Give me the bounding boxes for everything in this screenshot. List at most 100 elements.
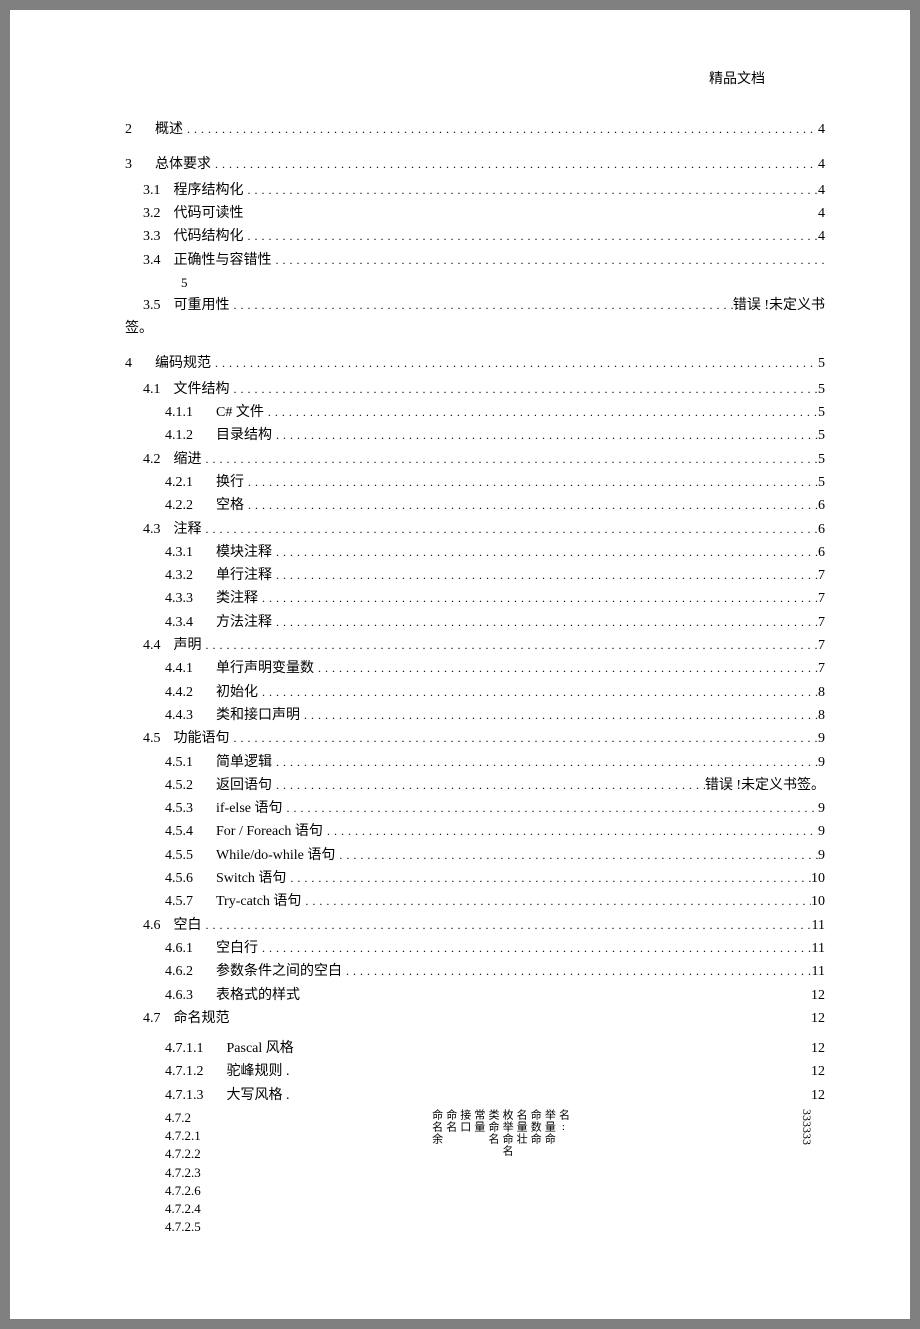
toc-entry: 4.3.1 模块注释..............................… — [165, 543, 825, 563]
toc-entry: 4.1 文件结构................................… — [143, 380, 825, 400]
toc-label: 表格式的样式 — [193, 986, 300, 1006]
toc-page: 6 — [818, 520, 825, 540]
toc-page: 4 — [818, 120, 825, 140]
toc-entry: 4.2.2 空格................................… — [165, 496, 825, 516]
toc-page: 12 — [811, 986, 825, 1006]
vertical-page-numbers: 333333 — [798, 1109, 815, 1145]
toc-entry: 4.5.5 While/do-while 语句.................… — [165, 846, 825, 866]
toc-entry: 4.5.2 返回语句..............................… — [165, 776, 825, 796]
toc-number: 4.4.3 — [165, 706, 193, 726]
toc-label: 概述 — [132, 120, 183, 140]
toc-entry: 4.5.6 Switch 语句.........................… — [165, 869, 825, 889]
toc-entry: 4.1.1 C# 文件.............................… — [165, 403, 825, 423]
toc-number: 4.5.3 — [165, 799, 193, 819]
toc-entry: 3.2 代码可读性4 — [143, 204, 825, 224]
toc-page: 12 — [811, 1086, 825, 1106]
toc-label: 返回语句 — [193, 776, 272, 796]
vertical-num: 4.7.2.4 — [165, 1200, 201, 1218]
vertical-num: 4.7.2.2 — [165, 1145, 201, 1163]
toc-number: 4.3.3 — [165, 589, 193, 609]
toc-number: 4.6.2 — [165, 962, 193, 982]
toc-number: 4.3.2 — [165, 566, 193, 586]
toc-number: 4.2.1 — [165, 473, 193, 493]
toc-leader-dots: ........................................… — [282, 800, 818, 817]
toc-number: 4.6.3 — [165, 986, 193, 1006]
toc-entry: 4.3 注释..................................… — [143, 520, 825, 540]
toc-entry: 4.2.1 换行................................… — [165, 473, 825, 493]
toc-label: 功能语句 — [161, 729, 230, 749]
toc-number: 3.5 — [143, 296, 161, 316]
toc-page: 11 — [812, 962, 825, 982]
toc-leader-dots: ........................................… — [202, 521, 819, 538]
toc-page: 5 — [818, 450, 825, 470]
vertical-column: 命名 — [445, 1109, 457, 1157]
toc-number: 4.7.1.2 — [165, 1062, 204, 1082]
vertical-column: 名量壮 — [515, 1109, 527, 1157]
toc-entry: 4.5.7 Try-catch 语句......................… — [165, 892, 825, 912]
toc-page: 9 — [818, 799, 825, 819]
toc-leader-dots: ........................................… — [314, 660, 818, 677]
toc-page: 8 — [818, 706, 825, 726]
toc-label: 正确性与容错性 — [161, 251, 272, 271]
toc-leader-dots: ........................................… — [272, 614, 818, 631]
vertical-column: 命名余 — [431, 1109, 443, 1157]
toc-page: 9 — [818, 753, 825, 773]
toc-label: 类和接口声明 — [193, 706, 300, 726]
toc-label: 初始化 — [193, 683, 258, 703]
toc-number: 4.6 — [143, 916, 161, 936]
toc-wrap-text: 签。 — [125, 319, 825, 339]
toc-entry: 4.5 功能语句................................… — [143, 729, 825, 749]
toc-page: 错误 !未定义书 — [733, 296, 825, 316]
vertical-column: 常量 — [473, 1109, 485, 1157]
toc-label: Switch 语句 — [193, 869, 286, 889]
toc-entry: 3.1 程序结构化...............................… — [143, 181, 825, 201]
toc-label: 换行 — [193, 473, 244, 493]
toc-number: 4.5.2 — [165, 776, 193, 796]
vertical-column: 名: — [557, 1109, 569, 1157]
toc-number: 4.2.2 — [165, 496, 193, 516]
toc-entry: 4.4.1 单行声明变量数...........................… — [165, 659, 825, 679]
toc-number: 4.4.1 — [165, 659, 193, 679]
toc-leader-dots: ........................................… — [202, 451, 819, 468]
toc-entry: 4.5.4 For / Foreach 语句..................… — [165, 822, 825, 842]
toc-page: 5 — [818, 354, 825, 374]
toc-page: 9 — [818, 846, 825, 866]
toc-page: 11 — [812, 916, 825, 936]
vertical-num: 4.7.2.5 — [165, 1218, 201, 1236]
vertical-num: 4.7.2.1 — [165, 1127, 201, 1145]
toc-leader-dots: ........................................… — [183, 121, 818, 138]
toc-entry: 3.3 代码结构化...............................… — [143, 227, 825, 247]
toc-number: 4.7.1.1 — [165, 1039, 204, 1059]
toc-number: 4.5.5 — [165, 846, 193, 866]
toc-leader-dots: ........................................… — [300, 707, 818, 724]
toc-leader-dots: ........................................… — [258, 684, 818, 701]
toc-page: 8 — [818, 683, 825, 703]
toc-page: 6 — [818, 496, 825, 516]
toc-label: 空格 — [193, 496, 244, 516]
toc-label: 代码结构化 — [161, 227, 244, 247]
toc-leader-dots: ........................................… — [244, 182, 819, 199]
toc-entry: 4.4 声明..................................… — [143, 636, 825, 656]
toc-leader-dots: ........................................… — [258, 940, 812, 957]
toc-label: 方法注释 — [193, 613, 272, 633]
toc-page: 5 — [818, 426, 825, 446]
toc-number: 4.2 — [143, 450, 161, 470]
toc-leader-dots: ........................................… — [244, 497, 818, 514]
toc-leader-dots: ........................................… — [335, 847, 818, 864]
vertical-column: 类命名 — [487, 1109, 499, 1157]
toc-label: 编码规范 — [132, 354, 211, 374]
toc-number: 4.3.1 — [165, 543, 193, 563]
toc-number: 4.5.7 — [165, 892, 193, 912]
toc-number: 4.5.1 — [165, 753, 193, 773]
vertical-num: 4.7.2.3 — [165, 1164, 201, 1182]
document-page: 精品文档 2 概述...............................… — [10, 10, 910, 1319]
toc-page: 5 — [818, 403, 825, 423]
vertical-num: 4.7.2 — [165, 1109, 201, 1127]
toc-label: 目录结构 — [193, 426, 272, 446]
toc-label: While/do-while 语句 — [193, 846, 335, 866]
toc-page: 错误 !未定义书签。 — [705, 776, 825, 796]
toc-label: 参数条件之间的空白 — [193, 962, 342, 982]
toc-leader-dots: ........................................… — [272, 777, 705, 794]
vertical-column: 枚举命名 — [501, 1109, 513, 1157]
toc-entry: 2 概述....................................… — [125, 120, 825, 140]
